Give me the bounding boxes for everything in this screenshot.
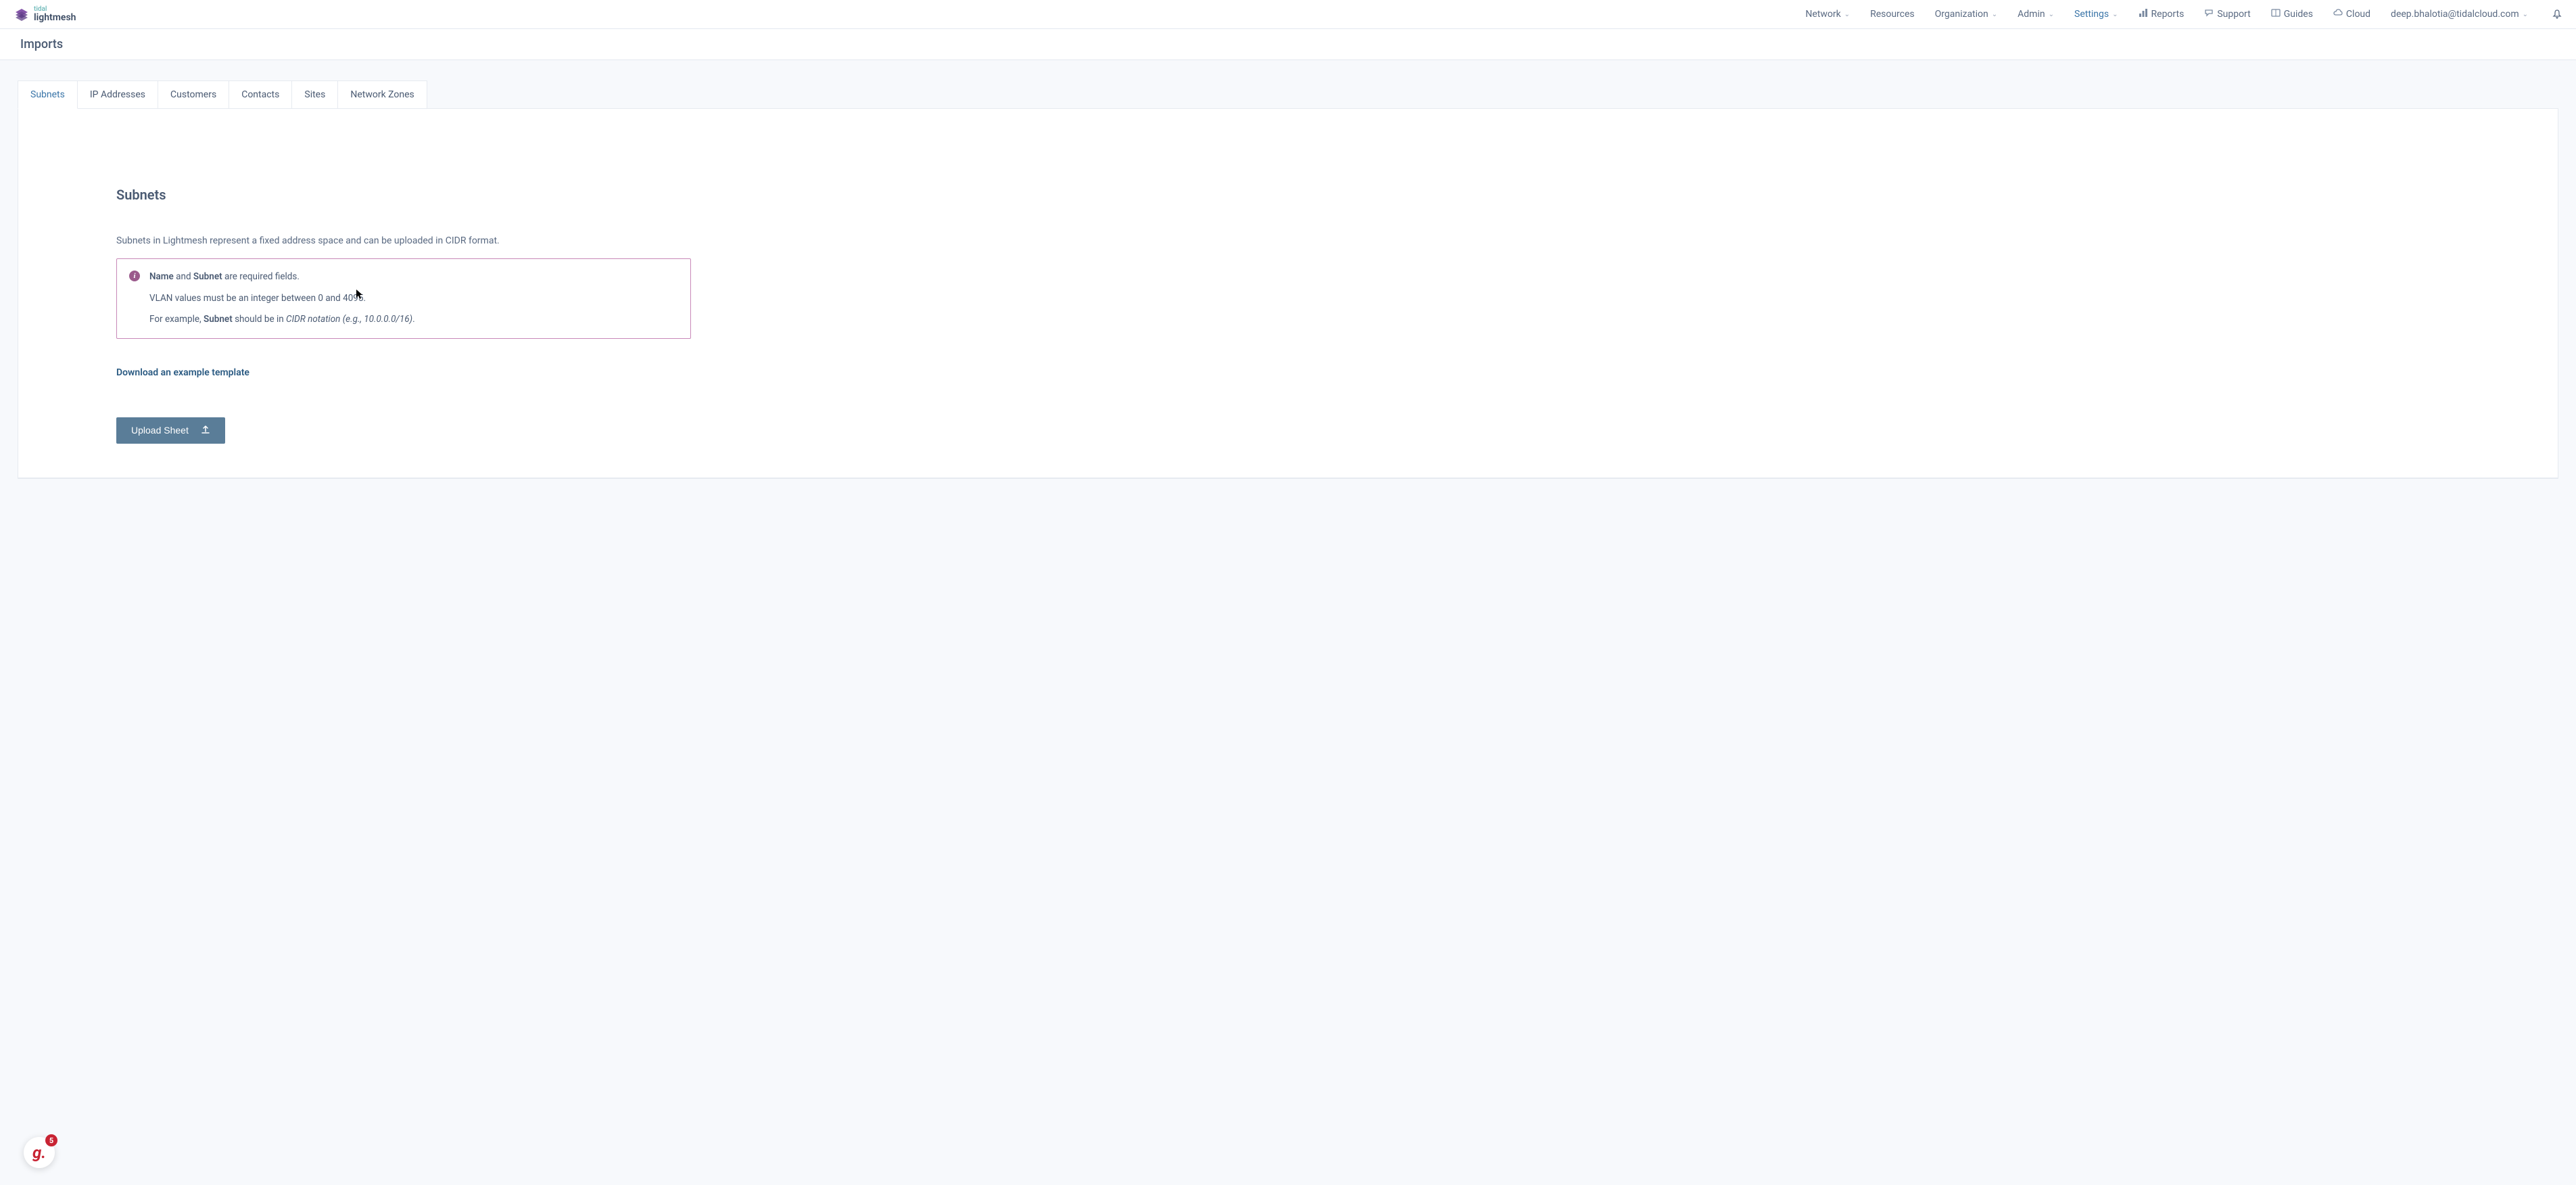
cloud-icon — [2333, 8, 2343, 20]
nav-organization[interactable]: Organization ⌄ — [1935, 9, 1998, 20]
info-line-3: For example, Subnet should be in CIDR no… — [149, 312, 415, 327]
logo-text: tidal lightmesh — [34, 6, 76, 22]
tab-network-zones[interactable]: Network Zones — [337, 80, 427, 108]
info-field-subnet: Subnet — [193, 271, 222, 282]
info-text: and — [174, 271, 193, 282]
nav-settings[interactable]: Settings ⌄ — [2074, 9, 2118, 20]
help-widget[interactable]: g. 5 — [24, 1137, 55, 1168]
upload-sheet-button[interactable]: Upload Sheet — [116, 417, 225, 444]
chart-icon — [2139, 8, 2148, 20]
nav-admin[interactable]: Admin ⌄ — [2018, 9, 2054, 20]
nav-support-label: Support — [2217, 9, 2250, 20]
nav-resources-label: Resources — [1870, 9, 1915, 20]
tabs: Subnets IP Addresses Customers Contacts … — [18, 80, 2558, 109]
chevron-down-icon: ⌄ — [2112, 11, 2118, 18]
nav-cloud[interactable]: Cloud — [2333, 8, 2370, 20]
top-navigation: tidal lightmesh Network ⌄ Resources Orga… — [0, 0, 2576, 29]
nav-guides[interactable]: Guides — [2271, 8, 2313, 20]
info-line-2: VLAN values must be an integer between 0… — [149, 292, 415, 306]
info-text: . — [412, 314, 415, 325]
chevron-down-icon: ⌄ — [2523, 11, 2528, 18]
info-text: should be in — [233, 314, 286, 325]
chevron-down-icon: ⌄ — [2049, 11, 2054, 18]
nav-reports-label: Reports — [2151, 9, 2185, 20]
nav-user-email: deep.bhalotia@tidalcloud.com — [2391, 9, 2519, 20]
nav-guides-label: Guides — [2284, 9, 2313, 20]
tab-ip-addresses[interactable]: IP Addresses — [77, 80, 158, 108]
nav-items: Network ⌄ Resources Organization ⌄ Admin… — [1805, 8, 2562, 20]
download-template-link[interactable]: Download an example template — [116, 367, 249, 378]
nav-reports[interactable]: Reports — [2139, 8, 2185, 20]
tabs-container: Subnets IP Addresses Customers Contacts … — [0, 60, 2576, 109]
nav-user[interactable]: deep.bhalotia@tidalcloud.com ⌄ — [2391, 9, 2528, 20]
logo-lightmesh-text: lightmesh — [34, 13, 76, 22]
nav-cloud-label: Cloud — [2346, 9, 2370, 20]
info-box: i Name and Subnet are required fields. V… — [116, 258, 691, 339]
content-area: Subnets Subnets in Lightmesh represent a… — [0, 109, 2576, 479]
info-line-1: Name and Subnet are required fields. — [149, 270, 415, 285]
info-text: For example, — [149, 314, 204, 325]
nav-network-label: Network — [1805, 9, 1840, 20]
upload-icon — [201, 425, 210, 436]
info-field-name: Name — [149, 271, 174, 282]
section-title: Subnets — [116, 187, 2460, 203]
nav-organization-label: Organization — [1935, 9, 1988, 20]
tab-contacts[interactable]: Contacts — [229, 80, 292, 108]
logo[interactable]: tidal lightmesh — [14, 6, 76, 22]
description: Subnets in Lightmesh represent a fixed a… — [116, 235, 2460, 246]
info-icon: i — [129, 271, 140, 281]
nav-resources[interactable]: Resources — [1870, 9, 1915, 20]
tab-subnets[interactable]: Subnets — [18, 80, 78, 109]
logo-icon — [14, 6, 30, 22]
info-text: are required fields. — [222, 271, 300, 282]
upload-button-label: Upload Sheet — [131, 425, 189, 436]
chevron-down-icon: ⌄ — [1992, 11, 1997, 18]
bell-icon — [2552, 9, 2562, 20]
widget-badge: 5 — [45, 1134, 57, 1146]
page-header: Imports — [0, 29, 2576, 60]
tab-sites[interactable]: Sites — [291, 80, 338, 108]
nav-admin-label: Admin — [2018, 9, 2045, 20]
info-cidr-example: CIDR notation (e.g., 10.0.0.0/16) — [286, 314, 412, 325]
nav-settings-label: Settings — [2074, 9, 2109, 20]
widget-logo-icon: g. — [32, 1143, 46, 1162]
nav-notifications[interactable] — [2552, 9, 2562, 20]
content-body: Subnets Subnets in Lightmesh represent a… — [18, 109, 2558, 478]
tab-customers[interactable]: Customers — [158, 80, 229, 108]
content-inner: Subnets Subnets in Lightmesh represent a… — [18, 109, 2558, 479]
nav-network[interactable]: Network ⌄ — [1805, 9, 1850, 20]
support-icon — [2204, 8, 2214, 20]
page-title: Imports — [20, 37, 2556, 51]
info-content: Name and Subnet are required fields. VLA… — [149, 270, 415, 327]
nav-support[interactable]: Support — [2204, 8, 2250, 20]
chevron-down-icon: ⌄ — [1844, 11, 1850, 18]
guides-icon — [2271, 8, 2281, 20]
info-field-subnet: Subnet — [204, 314, 233, 325]
